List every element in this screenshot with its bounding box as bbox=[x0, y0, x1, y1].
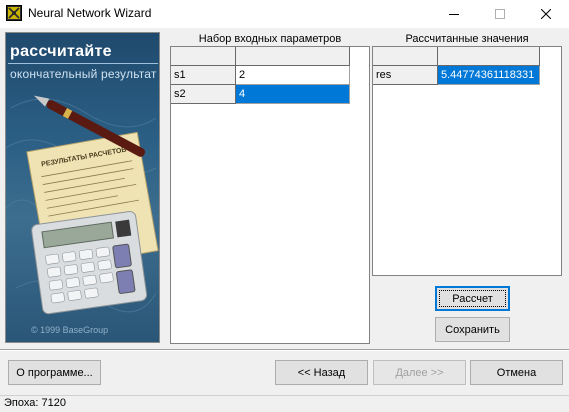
status-epoch: Эпоха: 7120 bbox=[4, 397, 66, 409]
calculate-button[interactable]: Рассчет bbox=[435, 286, 510, 311]
status-bar: Эпоха: 7120 bbox=[0, 395, 569, 412]
close-icon bbox=[541, 9, 551, 19]
cancel-button[interactable]: Отмена bbox=[470, 360, 563, 385]
output-row-value[interactable]: 5.44774361118331 bbox=[438, 66, 540, 85]
wizard-banner: рассчитайте окончательный результат РЕЗУ… bbox=[5, 32, 160, 343]
input-grid-header bbox=[236, 47, 350, 66]
output-grid-title: Рассчитанные значения bbox=[405, 33, 529, 45]
input-row-name: s1 bbox=[171, 66, 236, 85]
maximize-button[interactable] bbox=[477, 0, 523, 28]
input-row-value-selected[interactable]: 4 bbox=[236, 85, 350, 104]
separator bbox=[0, 349, 569, 351]
minimize-button[interactable] bbox=[431, 0, 477, 28]
about-button[interactable]: О программе... bbox=[8, 360, 101, 385]
back-button[interactable]: << Назад bbox=[275, 360, 368, 385]
maximize-icon bbox=[495, 9, 505, 19]
title-bar[interactable]: Neural Network Wizard bbox=[0, 0, 569, 28]
output-grid-corner bbox=[373, 47, 438, 66]
banner-copyright: © 1999 BaseGroup bbox=[31, 325, 109, 335]
input-grid-corner bbox=[171, 47, 236, 66]
next-button[interactable]: Далее >> bbox=[373, 360, 466, 385]
window-title: Neural Network Wizard bbox=[28, 6, 152, 20]
minimize-icon bbox=[449, 14, 459, 15]
input-row-value[interactable]: 2 bbox=[236, 66, 350, 85]
input-row-name: s2 bbox=[171, 85, 236, 104]
app-icon bbox=[6, 5, 22, 21]
output-grid-header bbox=[438, 47, 540, 66]
calculator-illustration: РЕЗУЛЬТАТЫ РАСЧЕТОВ bbox=[6, 95, 159, 315]
close-button[interactable] bbox=[523, 0, 569, 28]
output-row-name: res bbox=[373, 66, 438, 85]
banner-subtitle: окончательный результат bbox=[10, 67, 157, 81]
save-button[interactable]: Сохранить bbox=[435, 317, 510, 342]
output-grid[interactable]: res 5.44774361118331 bbox=[372, 46, 562, 276]
banner-divider bbox=[8, 63, 158, 64]
input-grid[interactable]: s1 2 s2 4 bbox=[170, 46, 370, 344]
input-grid-title: Набор входных параметров bbox=[198, 33, 342, 45]
banner-title: рассчитайте bbox=[10, 43, 112, 60]
